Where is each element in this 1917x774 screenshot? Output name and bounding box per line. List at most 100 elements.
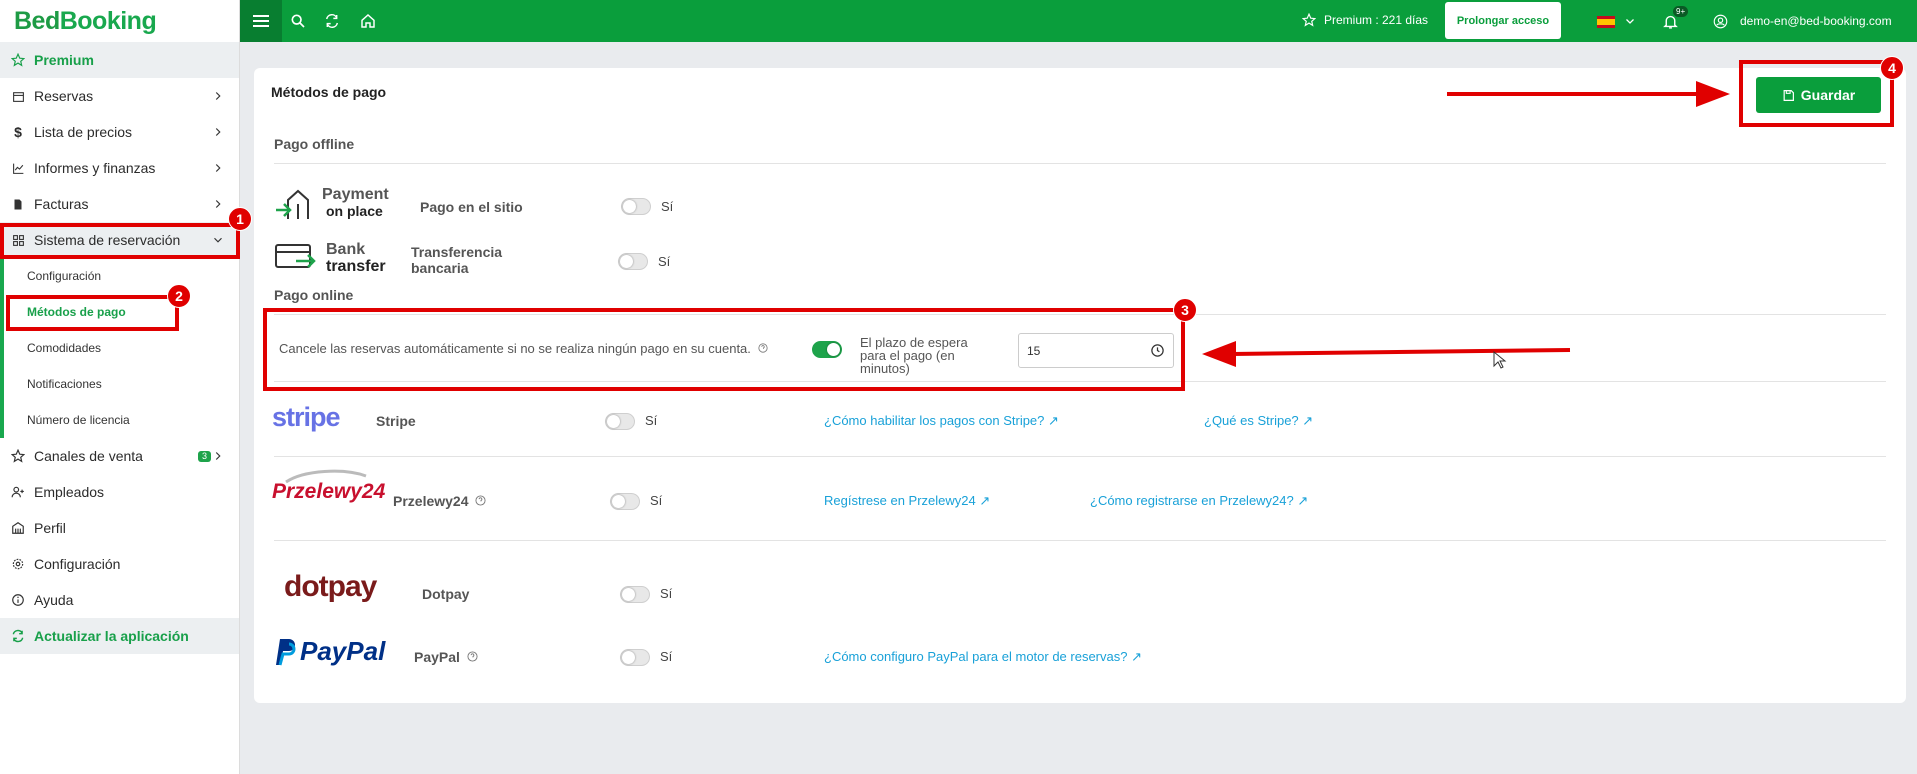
sidebar-subitem-comodidades[interactable]: Comodidades <box>4 330 239 366</box>
method-label-pago-sitio: Pago en el sitio <box>420 199 523 215</box>
method-label-text: Przelewy24 <box>393 493 469 509</box>
paypal-logo: PayPal <box>272 636 385 667</box>
stripe-logo: stripe <box>272 402 341 432</box>
help-icon[interactable] <box>467 651 478 662</box>
dotpay-logo: dotpay <box>284 570 377 603</box>
toggle-dotpay[interactable] <box>620 586 650 603</box>
sidebar-item-label: Canales de venta <box>34 448 143 464</box>
annotation-box-1 <box>0 223 240 259</box>
section-offline-heading: Pago offline <box>274 136 355 152</box>
sidebar-item-premium[interactable]: Premium <box>0 42 239 78</box>
sidebar-item-facturas[interactable]: Facturas <box>0 186 239 222</box>
sidebar-subitem-configuracion[interactable]: Configuración <box>4 258 239 294</box>
star-icon <box>10 52 26 68</box>
label-line1: Transferencia <box>411 244 503 260</box>
submenu-sistema: Configuración Métodos de pago Comodidade… <box>0 258 239 438</box>
hamburger-icon <box>253 15 269 27</box>
sidebar-item-informes[interactable]: Informes y finanzas <box>0 150 239 186</box>
link-text: ¿Cómo registrarse en Przelewy24? <box>1090 493 1294 508</box>
sidebar-item-perfil[interactable]: Perfil <box>0 510 239 546</box>
toggle-przelewy24[interactable] <box>610 493 640 510</box>
menu-toggle-button[interactable] <box>240 0 282 42</box>
toggle-paypal[interactable] <box>620 649 650 666</box>
chevron-right-icon <box>215 164 221 172</box>
sidebar-item-label: Actualizar la aplicación <box>34 628 189 644</box>
link-configurar-paypal[interactable]: ¿Cómo configuro PayPal para el motor de … <box>824 649 1142 665</box>
link-text: Regístrese en Przelewy24 <box>824 493 976 508</box>
external-link-icon: ↗ <box>1131 649 1143 664</box>
user-email[interactable]: demo-en@bed-booking.com <box>1740 14 1892 28</box>
notification-count-badge: 9+ <box>1673 6 1689 17</box>
annotation-box-4 <box>1739 60 1894 127</box>
app-logo[interactable]: Bed Booking <box>0 0 239 42</box>
sidebar-item-precios[interactable]: $ Lista de precios <box>0 114 239 150</box>
sidebar-item-actualizar[interactable]: Actualizar la aplicación <box>0 618 239 654</box>
toggle-stripe[interactable] <box>605 413 635 430</box>
divider <box>274 456 1886 457</box>
przelewy24-swoosh-icon <box>285 469 367 484</box>
toggle-label: Sí <box>660 586 673 601</box>
home-icon[interactable] <box>358 11 378 31</box>
annotation-number-4: 4 <box>1880 56 1904 80</box>
sidebar-subitem-licencia[interactable]: Número de licencia <box>4 402 239 438</box>
sidebar-subitem-notificaciones[interactable]: Notificaciones <box>4 366 239 402</box>
toggle-label: Sí <box>660 649 673 664</box>
chevron-right-icon <box>215 452 221 460</box>
paypal-wordmark: PayPal <box>300 636 386 666</box>
method-label-dotpay: Dotpay <box>422 586 470 602</box>
section-online-heading: Pago online <box>274 287 354 303</box>
link-habilitar-stripe[interactable]: ¿Cómo habilitar los pagos con Stripe? ↗ <box>824 413 1059 429</box>
dollar-icon: $ <box>14 124 22 140</box>
info-icon <box>10 592 26 608</box>
method-label-transferencia: Transferencia bancaria <box>411 244 502 276</box>
link-text: ¿Qué es Stripe? <box>1204 413 1299 428</box>
method-label-text: PayPal <box>414 649 460 665</box>
sidebar-item-label: Empleados <box>34 484 105 500</box>
sidebar-item-configuracion[interactable]: Configuración <box>0 546 239 582</box>
sidebar-item-label: Facturas <box>34 196 89 212</box>
external-link-icon: ↗ <box>1048 413 1059 428</box>
link-que-es-stripe[interactable]: ¿Qué es Stripe? ↗ <box>1204 413 1313 429</box>
sidebar-item-label: Informes y finanzas <box>34 160 156 176</box>
channel-count-badge: 3 <box>197 451 211 462</box>
logo-text-line1: Bank <box>326 241 366 258</box>
external-link-icon: ↗ <box>1297 493 1309 508</box>
logo-part1: Bed <box>14 6 60 35</box>
premium-days-text: Premium : 221 días <box>1324 13 1429 27</box>
search-icon[interactable] <box>288 11 308 31</box>
payment-on-place-logo: Payment on place <box>274 186 389 220</box>
user-icon[interactable] <box>1710 11 1730 31</box>
label-line2: bancaria <box>411 260 469 276</box>
refresh-icon <box>10 628 26 644</box>
toggle-pago-sitio[interactable] <box>621 198 651 215</box>
sidebar-item-ayuda[interactable]: Ayuda <box>0 582 239 618</box>
toggle-label: Sí <box>661 199 674 214</box>
prolong-access-button[interactable]: Prolongar acceso <box>1445 2 1561 39</box>
premium-status: Premium : 221 días <box>1302 13 1428 27</box>
star-icon <box>1302 13 1316 27</box>
bank-transfer-logo: Bank transfer <box>274 241 394 277</box>
toggle-label: Sí <box>645 413 658 428</box>
link-text: ¿Cómo configuro PayPal para el motor de … <box>824 649 1128 664</box>
annotation-number-3: 3 <box>1173 298 1197 322</box>
logo-text-line2: transfer <box>326 258 386 275</box>
toggle-transferencia[interactable] <box>618 253 648 270</box>
toggle-label: Sí <box>658 254 671 269</box>
sidebar-item-label: Ayuda <box>34 592 74 608</box>
page-title: Métodos de pago <box>271 84 387 100</box>
link-registrese-przelewy24[interactable]: Regístrese en Przelewy24 ↗ <box>824 493 990 509</box>
link-text: ¿Cómo habilitar los pagos con Stripe? <box>824 413 1045 428</box>
sidebar-item-reservas[interactable]: Reservas <box>0 78 239 114</box>
method-label-stripe: Stripe <box>376 413 416 429</box>
sidebar-item-label: Reservas <box>34 88 94 104</box>
spain-flag-icon[interactable] <box>1597 15 1615 28</box>
sidebar-item-empleados[interactable]: Empleados <box>0 474 239 510</box>
language-chevron-down-icon[interactable] <box>1620 11 1640 31</box>
sidebar-item-canales[interactable]: Canales de venta 3 <box>0 438 239 474</box>
refresh-icon[interactable] <box>322 11 342 31</box>
toggle-label: Sí <box>650 493 663 508</box>
chevron-right-icon <box>215 92 221 100</box>
sidebar-item-label: Perfil <box>34 520 66 536</box>
help-icon[interactable] <box>475 495 486 506</box>
link-como-registrarse-przelewy24[interactable]: ¿Cómo registrarse en Przelewy24? ↗ <box>1090 493 1308 509</box>
